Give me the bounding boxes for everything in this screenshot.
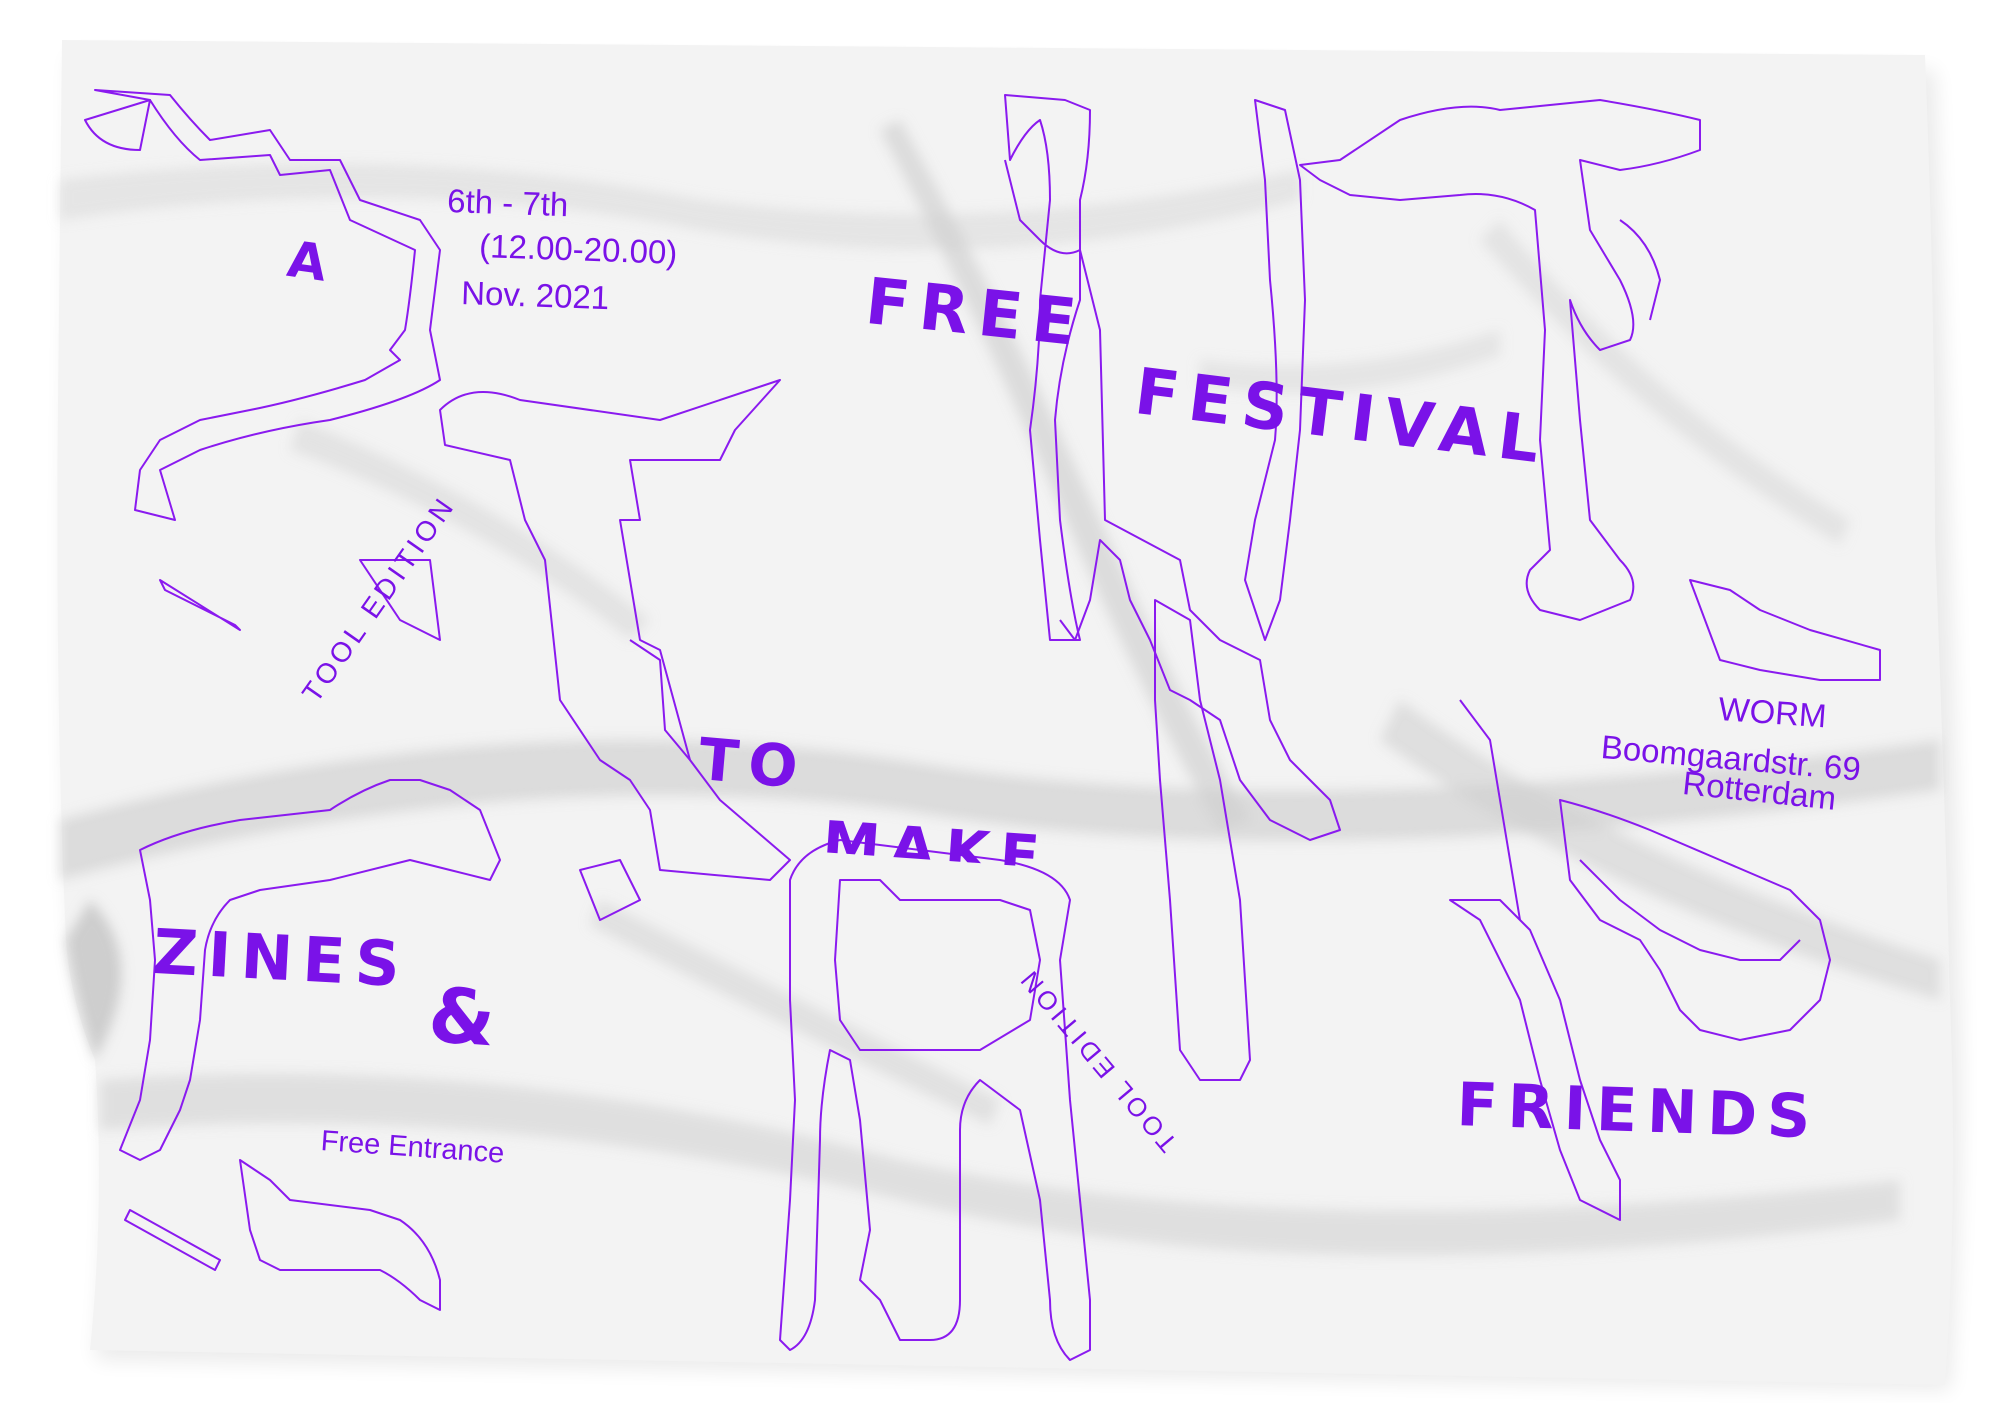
headline-word-friends: FRIENDS (1455, 1070, 1822, 1153)
headline-ampersand: & (425, 970, 509, 1065)
poster-stage: A FREE FESTIVAL TO MAKE ZINES & FRIENDS … (0, 0, 2000, 1403)
headline-word-zines: ZINES (151, 915, 412, 1002)
headline-word-to: TO (696, 725, 811, 803)
headline-word-a: A (283, 230, 341, 295)
venue-name: WORM (1717, 689, 1828, 735)
date-days: 6th - 7th (446, 181, 569, 224)
date-hours: (12.00-20.00) (478, 226, 678, 271)
date-month-year: Nov. 2021 (460, 273, 610, 317)
fabric-poster (57, 40, 1962, 1390)
